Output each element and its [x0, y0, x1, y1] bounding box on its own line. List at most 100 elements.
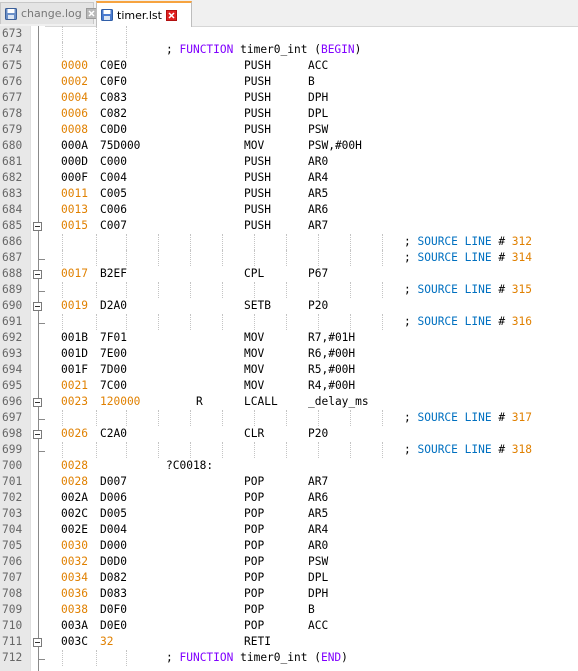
fold-collapse-icon[interactable] — [33, 638, 42, 647]
tab-timer-lst[interactable]: timer.lst — [96, 1, 192, 27]
code-line[interactable]: 685 0015 C007 PUSH AR7 — [0, 218, 578, 234]
indent-guide — [350, 442, 351, 458]
instruction-address: 002E — [61, 523, 88, 536]
code-line[interactable]: 711 003C 32 RETI — [0, 634, 578, 650]
operand: _delay_ms — [308, 395, 369, 408]
code-line[interactable]: 683 0011 C005 PUSH AR5 — [0, 186, 578, 202]
indent-guide — [96, 650, 97, 666]
code-line[interactable]: 692 001B 7F01 MOV R7,#01H — [0, 330, 578, 346]
code-line[interactable]: 699; SOURCE LINE # 318 — [0, 442, 578, 458]
line-number: 690 — [2, 299, 23, 312]
indent-guide — [62, 314, 63, 330]
code-line[interactable]: 691; SOURCE LINE # 316 — [0, 314, 578, 330]
fold-collapse-icon[interactable] — [33, 430, 42, 439]
code-line[interactable]: 678 0006 C082 PUSH DPL — [0, 106, 578, 122]
code-line[interactable]: 687; SOURCE LINE # 314 — [0, 250, 578, 266]
indent-guide — [126, 250, 127, 266]
code-line[interactable]: 674; FUNCTION timer0_int (BEGIN) — [0, 42, 578, 58]
mnemonic: LCALL — [244, 395, 278, 408]
opcode-bytes: D004 — [100, 523, 127, 536]
code-line[interactable]: 675 0000 C0E0 PUSH ACC — [0, 58, 578, 74]
opcode-bytes: D0E0 — [100, 619, 127, 632]
close-icon[interactable] — [165, 9, 177, 21]
code-line[interactable]: 680 000A 75D000 MOV PSW,#00H — [0, 138, 578, 154]
mnemonic: MOV — [244, 379, 265, 392]
indent-guide — [254, 282, 255, 298]
code-editor[interactable]: 673 674; FUNCTION timer0_int (BEGIN) 675 00… — [0, 26, 578, 671]
fold-collapse-icon[interactable] — [33, 302, 42, 311]
indent-guide — [62, 250, 63, 266]
mnemonic: PUSH — [244, 171, 271, 184]
code-line[interactable]: 704 002E D004 POP AR4 — [0, 522, 578, 538]
code-line[interactable]: 700 0028 ?C0018: — [0, 458, 578, 474]
code-line[interactable]: 673 — [0, 26, 578, 42]
indent-guide — [382, 442, 383, 458]
operand: AR6 — [308, 203, 329, 216]
instruction-address: 0023 — [61, 395, 88, 408]
instruction-address: 0036 — [61, 587, 88, 600]
indent-guide — [96, 234, 97, 250]
operand: ACC — [308, 59, 329, 72]
code-line[interactable]: 684 0013 C006 PUSH AR6 — [0, 202, 578, 218]
mnemonic: POP — [244, 571, 265, 584]
fold-collapse-icon[interactable] — [33, 222, 42, 231]
code-line[interactable]: 706 0032 D0D0 POP PSW — [0, 554, 578, 570]
operand: B — [308, 603, 315, 616]
code-line[interactable]: 679 0008 C0D0 PUSH PSW — [0, 122, 578, 138]
code-line[interactable]: 695 0021 7C00 MOV R4,#00H — [0, 378, 578, 394]
code-line[interactable]: 693 001D 7E00 MOV R6,#00H — [0, 346, 578, 362]
code-line[interactable]: 686; SOURCE LINE # 312 — [0, 234, 578, 250]
instruction-address: 001B — [61, 331, 88, 344]
indent-guide — [350, 234, 351, 250]
comment-prefix: ; — [404, 283, 418, 296]
indent-guide — [350, 410, 351, 426]
instruction-address: 0026 — [61, 427, 88, 440]
instruction-address: 003A — [61, 619, 88, 632]
code-line[interactable]: 702 002A D006 POP AR6 — [0, 490, 578, 506]
code-line[interactable]: 710 003A D0E0 POP ACC — [0, 618, 578, 634]
code-line[interactable]: 698 0026 C2A0 CLR P20 — [0, 426, 578, 442]
opcode-bytes: C0E0 — [100, 59, 127, 72]
line-number: 697 — [2, 411, 23, 424]
comment-prefix: ; — [404, 315, 418, 328]
operand: DPH — [308, 91, 329, 104]
code-line[interactable]: 707 0034 D082 POP DPL — [0, 570, 578, 586]
opcode-bytes: 7E00 — [100, 347, 127, 360]
instruction-address: 0015 — [61, 219, 88, 232]
code-line[interactable]: 690 0019 D2A0 SETB P20 — [0, 298, 578, 314]
code-line[interactable]: 705 0030 D000 POP AR0 — [0, 538, 578, 554]
line-number: 708 — [2, 587, 23, 600]
code-line[interactable]: 676 0002 C0F0 PUSH B — [0, 74, 578, 90]
line-number: 696 — [2, 395, 23, 408]
line-number: 698 — [2, 427, 23, 440]
code-line[interactable]: 703 002C D005 POP AR5 — [0, 506, 578, 522]
operand: B — [308, 75, 315, 88]
code-line[interactable]: 708 0036 D083 POP DPH — [0, 586, 578, 602]
code-line[interactable]: 688 0017 B2EF CPL P67 — [0, 266, 578, 282]
fold-collapse-icon[interactable] — [33, 398, 42, 407]
code-line[interactable]: 701 0028 D007 POP AR7 — [0, 474, 578, 490]
code-line[interactable]: 689; SOURCE LINE # 315 — [0, 282, 578, 298]
code-line[interactable]: 677 0004 C083 PUSH DPH — [0, 90, 578, 106]
function-name: timer0_int — [233, 43, 315, 56]
fold-collapse-icon[interactable] — [33, 270, 42, 279]
code-line[interactable]: 694 001F 7D00 MOV R5,#00H — [0, 362, 578, 378]
code-line[interactable]: 697; SOURCE LINE # 317 — [0, 410, 578, 426]
indent-guide — [62, 42, 63, 58]
code-line[interactable]: 696 0023 120000 R LCALL _delay_ms — [0, 394, 578, 410]
indent-guide — [350, 282, 351, 298]
operand: AR0 — [308, 155, 329, 168]
tab-change-log[interactable]: change.log — [0, 2, 97, 24]
mnemonic: PUSH — [244, 107, 271, 120]
source-line-number: 317 — [511, 411, 533, 424]
code-line[interactable]: 709 0038 D0F0 POP B — [0, 602, 578, 618]
line-number: 674 — [2, 43, 23, 56]
code-line[interactable]: 712; FUNCTION timer0_int (END) — [0, 650, 578, 666]
instruction-address: 0038 — [61, 603, 88, 616]
opcode-bytes: C007 — [100, 219, 127, 232]
instruction-address: 0019 — [61, 299, 88, 312]
code-line[interactable]: 682 000F C004 PUSH AR4 — [0, 170, 578, 186]
code-line[interactable]: 681 000D C000 PUSH AR0 — [0, 154, 578, 170]
mnemonic: PUSH — [244, 59, 271, 72]
instruction-address: 000D — [61, 155, 88, 168]
